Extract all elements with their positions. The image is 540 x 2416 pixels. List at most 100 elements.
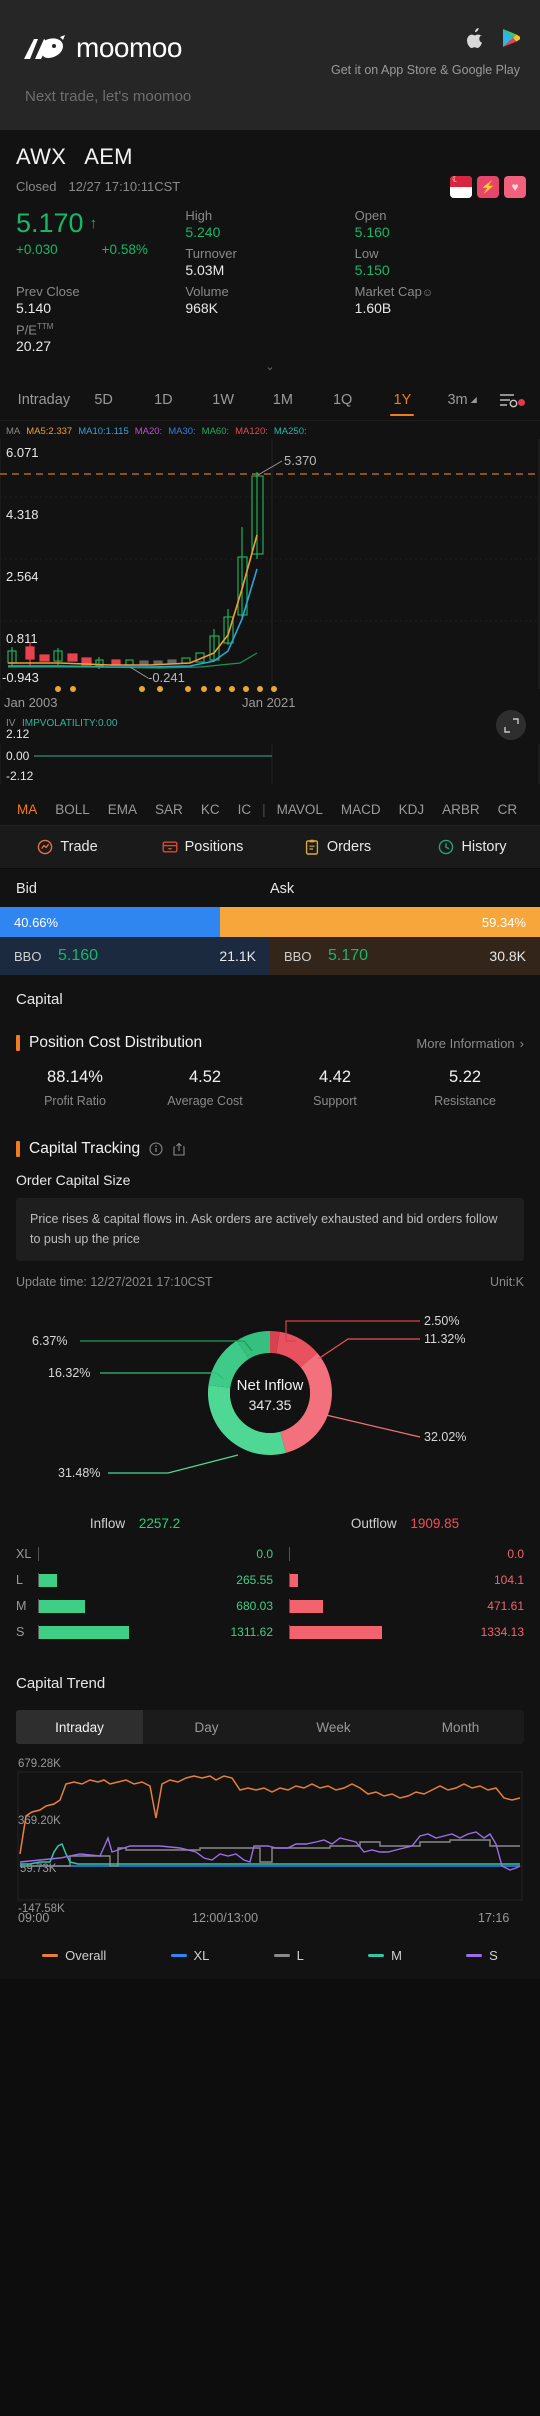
- outflow-label: Outflow: [350, 1516, 397, 1532]
- stat-prev-close: Prev Close 5.140: [16, 284, 185, 320]
- flow-out-value: 0.0: [507, 1547, 524, 1562]
- capital-trend-chart[interactable]: 679.28K 369.20K 59.73K -147.58K 09:00 12…: [0, 1754, 540, 1935]
- stat-label: Market Cap☺: [355, 284, 524, 299]
- flow-out-value: 471.61: [487, 1599, 524, 1614]
- trend-tab-month[interactable]: Month: [397, 1710, 524, 1744]
- legend-m[interactable]: M: [368, 1948, 402, 1963]
- market-status-row: Closed 12/27 17:10:11CST: [16, 179, 524, 194]
- indicator-ic[interactable]: IC: [229, 802, 261, 817]
- trade-button[interactable]: Trade: [0, 839, 135, 855]
- legend-label: M: [391, 1948, 402, 1964]
- flow-row: S 1311.62 1334.13: [16, 1619, 524, 1645]
- legend-swatch: [466, 1954, 483, 1958]
- candlestick-chart[interactable]: 6.071 4.318 2.564 0.811 -0.943 5.370 -0.…: [0, 439, 540, 799]
- legend-label: XL: [193, 1948, 210, 1964]
- bbo-rows: BBO 5.160 21.1K BBO 5.170 30.8K: [0, 937, 540, 976]
- indicator-ma[interactable]: MA: [8, 802, 46, 817]
- timeframe-tabs[interactable]: Intraday 5D 1D 1W 1M 1Q 1Y 3m ◢: [0, 379, 540, 422]
- capital-trend-tabs[interactable]: Intraday Day Week Month: [16, 1710, 524, 1745]
- price-chart-panel[interactable]: MA MA5:2.337 MA10:1.115 MA20: MA30: MA60…: [0, 421, 540, 826]
- stat-high: High 5.240: [185, 208, 354, 244]
- action-bar[interactable]: Trade Positions Orders History: [0, 825, 540, 870]
- moomoo-bull-icon: [22, 33, 66, 63]
- tab-5d[interactable]: 5D: [74, 379, 134, 420]
- capital-title: Capital: [16, 991, 63, 1009]
- ma250-label: MA250:: [273, 426, 307, 438]
- pcd-metrics: 88.14% Profit Ratio 4.52 Average Cost 4.…: [0, 1062, 540, 1126]
- brand-logo[interactable]: moomoo: [22, 32, 182, 64]
- stat-label: Volume: [185, 284, 229, 299]
- flow-key: L: [16, 1573, 23, 1588]
- history-button[interactable]: History: [405, 839, 540, 855]
- ma5-label: MA5:2.337: [26, 426, 73, 438]
- stat-value: 5.03M: [185, 262, 225, 278]
- indicator-sar[interactable]: SAR: [146, 802, 192, 817]
- sg-flag-badge: [450, 176, 472, 198]
- ask-price: 5.170: [328, 947, 369, 965]
- flow-totals-header: Inflow 2257.2 Outflow 1909.85: [0, 1508, 540, 1541]
- svg-text:-2.12: -2.12: [6, 769, 34, 783]
- legend-l[interactable]: L: [273, 1948, 304, 1963]
- svg-text:2.12: 2.12: [6, 727, 30, 739]
- positions-button[interactable]: Positions: [135, 839, 270, 855]
- indicator-macd[interactable]: MACD: [332, 802, 390, 817]
- pcd-header: Position Cost Distribution More Informat…: [0, 1020, 540, 1062]
- update-time-prefix: Update time:: [16, 1275, 87, 1290]
- indicator-mavol[interactable]: MAVOL: [268, 802, 332, 817]
- tab-1d[interactable]: 1D: [134, 379, 194, 420]
- expand-quote-chevron-down-icon[interactable]: ⌄: [0, 358, 540, 380]
- tab-3m[interactable]: 3m ◢: [432, 379, 492, 420]
- info-circle-icon[interactable]: [149, 1142, 163, 1156]
- tab-intraday[interactable]: Intraday: [14, 379, 74, 420]
- share-icon[interactable]: [172, 1142, 186, 1156]
- indicator-boll[interactable]: BOLL: [46, 802, 99, 817]
- donut-label-250: 2.50%: [424, 1314, 459, 1328]
- ticker-symbol: AWX: [16, 144, 67, 169]
- pcd-resistance: 5.22 Resistance: [400, 1068, 530, 1108]
- legend-xl[interactable]: XL: [170, 1948, 210, 1964]
- legend-swatch: [170, 1954, 187, 1958]
- svg-text:5.370: 5.370: [284, 453, 317, 468]
- bbo-bid-row[interactable]: BBO 5.160 21.1K: [0, 937, 270, 976]
- inflow-outflow-table: Inflow 2257.2 Outflow 1909.85 XL 0.0 0.0…: [0, 1508, 540, 1660]
- capital-tracking-title: Capital Tracking: [29, 1140, 141, 1158]
- inflow-label: Inflow: [89, 1516, 126, 1532]
- market-cap-info-icon[interactable]: ☺: [422, 287, 433, 299]
- indicator-kc[interactable]: KC: [192, 802, 229, 817]
- stat-label: Low: [354, 246, 379, 261]
- stat-value: 5.160: [354, 224, 390, 240]
- chart-settings-icon[interactable]: [492, 392, 526, 408]
- google-play-icon[interactable]: [502, 28, 521, 53]
- tab-1m[interactable]: 1M: [253, 379, 313, 420]
- apple-icon[interactable]: [467, 28, 484, 53]
- tab-1w[interactable]: 1W: [193, 379, 253, 420]
- trend-tab-week[interactable]: Week: [270, 1710, 397, 1744]
- donut-center-value: 347.35: [249, 1397, 292, 1413]
- indicator-tabs[interactable]: MA BOLL EMA SAR KC IC | MAVOL MACD KDJ A…: [0, 798, 540, 826]
- trend-tab-day[interactable]: Day: [143, 1710, 270, 1744]
- ma10-label: MA10:1.115: [78, 426, 129, 438]
- watchlist-heart-badge[interactable]: ♥: [504, 176, 526, 198]
- trend-tab-intraday[interactable]: Intraday: [16, 1710, 143, 1745]
- store-links[interactable]: Get it on App Store & Google Play: [331, 28, 521, 77]
- svg-text:0.811: 0.811: [6, 631, 38, 646]
- indicator-arbr[interactable]: ARBR: [433, 802, 489, 817]
- level1-badge[interactable]: ⚡: [477, 176, 499, 198]
- inflow-total: 2257.2: [138, 1516, 181, 1532]
- orders-button[interactable]: Orders: [270, 839, 405, 855]
- legend-overall[interactable]: Overall: [42, 1948, 106, 1963]
- stat-turnover: Turnover 5.03M: [185, 246, 354, 282]
- pcd-more-information-link[interactable]: More Information ›: [416, 1036, 524, 1051]
- tab-1q[interactable]: 1Q: [313, 379, 373, 420]
- unit-label: Unit:K: [489, 1275, 524, 1290]
- pcd-support: 4.42 Support: [270, 1068, 400, 1108]
- bbo-ask-row[interactable]: BBO 5.170 30.8K: [270, 937, 540, 976]
- tab-1y[interactable]: 1Y: [373, 379, 433, 420]
- market-status: Closed: [16, 179, 57, 194]
- indicator-kdj[interactable]: KDJ: [390, 802, 434, 817]
- legend-s[interactable]: S: [466, 1948, 498, 1963]
- indicator-ema[interactable]: EMA: [99, 802, 146, 817]
- indicator-cr[interactable]: CR: [489, 802, 527, 817]
- trade-icon: [37, 839, 53, 855]
- symbol-row[interactable]: AWX AEM: [16, 144, 524, 170]
